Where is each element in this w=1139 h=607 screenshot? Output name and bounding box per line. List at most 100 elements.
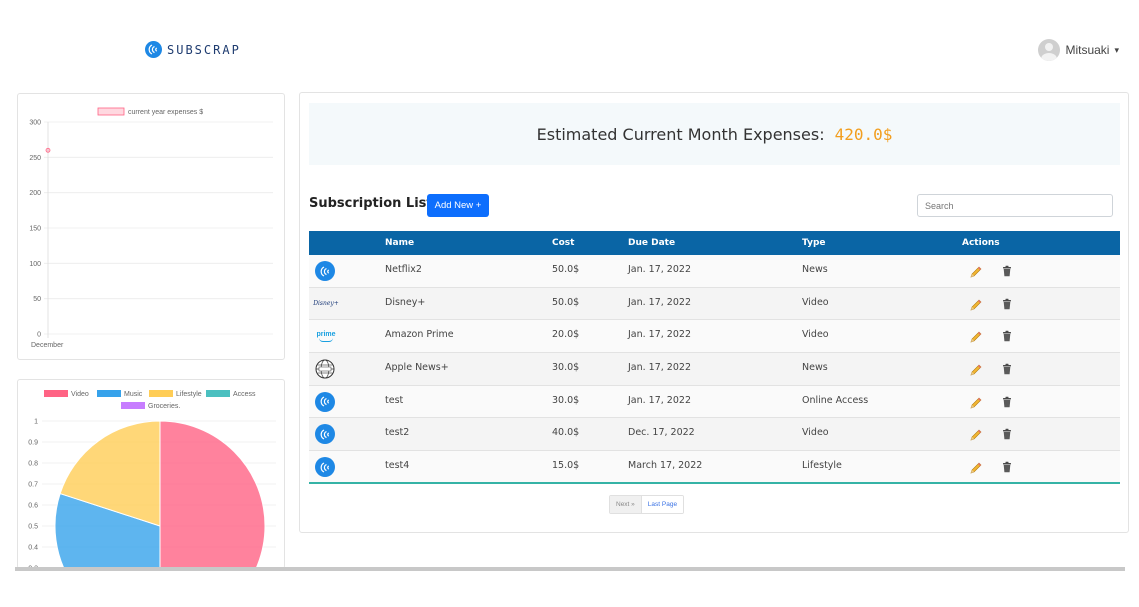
delete-trash-icon[interactable] [1001, 396, 1013, 411]
row-cost: 40.0$ [552, 427, 580, 439]
row-type: Video [802, 296, 829, 308]
brand-name: SUBSCRAP [167, 42, 241, 57]
user-name: Mitsuaki [1065, 43, 1110, 57]
prime-logo-icon: prime [315, 326, 337, 346]
category-pie-chart-card: Video Music Lifestyle Access Groceries. 1 0.9 0… [17, 379, 285, 569]
last-page-button[interactable]: Last Page [641, 496, 684, 513]
header-name: Name [385, 238, 415, 248]
legend-label: Video [71, 391, 89, 398]
add-new-button[interactable]: Add New + [427, 194, 489, 217]
data-point[interactable] [45, 147, 51, 153]
expenses-label: Estimated Current Month Expenses: [536, 124, 825, 144]
legend-swatch[interactable] [121, 402, 145, 409]
edit-pencil-icon[interactable] [969, 330, 983, 347]
legend-label: Music [124, 391, 143, 398]
table-row: prime Amazon Prime 20.0$ Jan. 17, 2022 Video [309, 320, 1120, 354]
edit-pencil-icon[interactable] [969, 265, 983, 282]
row-logo [315, 261, 335, 281]
legend-label: Groceries. [148, 403, 180, 410]
table-body: Netflix2 50.0$ Jan. 17, 2022 News Disney+ Dis… [309, 255, 1120, 484]
subscrap-logo-icon [315, 457, 335, 478]
legend-swatch[interactable] [97, 107, 125, 116]
edit-pencil-icon[interactable] [969, 461, 983, 478]
legend-label: current year expenses $ [128, 109, 203, 116]
legend-swatch[interactable] [149, 390, 173, 397]
row-logo: Disney+ [313, 294, 339, 314]
row-logo: prime [315, 326, 337, 346]
avatar [1038, 39, 1061, 61]
pie-slice-video[interactable] [159, 420, 266, 569]
subscrap-logo-icon [145, 41, 162, 58]
row-name: Amazon Prime [385, 329, 454, 341]
row-type: Lifestyle [802, 460, 842, 472]
row-due-date: Dec. 17, 2022 [628, 427, 695, 439]
row-cost: 15.0$ [552, 460, 580, 472]
expenses-line-chart: current year expenses $ 0 50 100 150 200 250 30… [29, 107, 273, 349]
row-name: test4 [385, 460, 410, 472]
y-tick-label: 250 [29, 155, 41, 162]
y-tick-label: 50 [33, 296, 41, 303]
delete-trash-icon[interactable] [1001, 461, 1013, 476]
edit-pencil-icon[interactable] [969, 396, 983, 413]
row-type: Video [802, 329, 829, 341]
next-page-button[interactable]: Next » [610, 496, 642, 513]
row-due-date: Jan. 17, 2022 [628, 264, 691, 275]
row-due-date: Jan. 17, 2022 [628, 296, 691, 308]
row-type: Video [802, 427, 829, 439]
table-row: test 30.0$ Jan. 17, 2022 Online Access [309, 385, 1120, 419]
row-cost: 50.0$ [552, 296, 580, 308]
row-logo [315, 457, 335, 478]
user-menu[interactable]: Mitsuaki ▾ [1038, 39, 1119, 61]
row-cost: 30.0$ [552, 394, 580, 406]
legend-swatch[interactable] [97, 390, 121, 397]
header-type: Type [802, 238, 826, 248]
x-tick-label: December [31, 342, 64, 349]
prime-logo-text: prime [316, 330, 336, 338]
delete-trash-icon[interactable] [1001, 363, 1013, 378]
edit-pencil-icon[interactable] [969, 428, 983, 445]
y-tick-label: 0.8 [28, 461, 38, 468]
legend-swatch[interactable] [44, 390, 68, 397]
edit-pencil-icon[interactable] [969, 363, 983, 380]
horizontal-scrollbar[interactable] [15, 567, 1125, 571]
y-tick-label: 0 [37, 332, 41, 339]
delete-trash-icon[interactable] [1001, 330, 1013, 345]
delete-trash-icon[interactable] [1001, 428, 1013, 443]
table-row: Apple News+ 30.0$ Jan. 17, 2022 News [309, 353, 1120, 386]
chevron-down-icon: ▾ [1114, 44, 1119, 55]
table-header: Name Cost Due Date Type Actions [309, 231, 1120, 255]
table-row: test4 15.0$ March 17, 2022 Lifestyle [309, 451, 1120, 484]
y-tick-label: 0.4 [28, 545, 38, 552]
pagination: Next » Last Page [609, 495, 685, 514]
row-logo [315, 424, 335, 445]
row-due-date: Jan. 17, 2022 [628, 362, 691, 374]
row-name: Apple News+ [385, 362, 449, 374]
edit-pencil-icon[interactable] [969, 298, 983, 315]
row-name: Disney+ [385, 296, 426, 308]
table-row: Disney+ Disney+ 50.0$ Jan. 17, 2022 Video [309, 287, 1120, 321]
table-row: Netflix2 50.0$ Jan. 17, 2022 News [309, 255, 1120, 288]
expenses-banner: Estimated Current Month Expenses: 420.0$ [309, 103, 1120, 165]
y-tick-label: 0.9 [28, 440, 38, 447]
row-name: test [385, 394, 404, 406]
row-type: News [802, 264, 828, 275]
row-cost: 50.0$ [552, 264, 580, 275]
brand[interactable]: SUBSCRAP [145, 41, 241, 58]
disney-logo-icon: Disney+ [313, 300, 339, 308]
row-name: Netflix2 [385, 264, 422, 275]
subscrap-logo-icon [315, 261, 335, 281]
row-due-date: March 17, 2022 [628, 460, 703, 472]
row-due-date: Jan. 17, 2022 [628, 329, 691, 341]
row-logo [315, 359, 335, 379]
y-tick-label: 0.5 [28, 524, 38, 531]
row-cost: 30.0$ [552, 362, 580, 374]
category-pie-chart: Video Music Lifestyle Access Groceries. 1 0.9 0… [28, 390, 276, 569]
legend-swatch[interactable] [206, 390, 230, 397]
legend-label: Lifestyle [176, 391, 202, 398]
search-input[interactable] [917, 194, 1113, 217]
legend-label: Access [233, 391, 256, 398]
delete-trash-icon[interactable] [1001, 265, 1013, 280]
delete-trash-icon[interactable] [1001, 298, 1013, 313]
subscrap-logo-icon [315, 424, 335, 445]
y-tick-label: 150 [29, 226, 41, 233]
